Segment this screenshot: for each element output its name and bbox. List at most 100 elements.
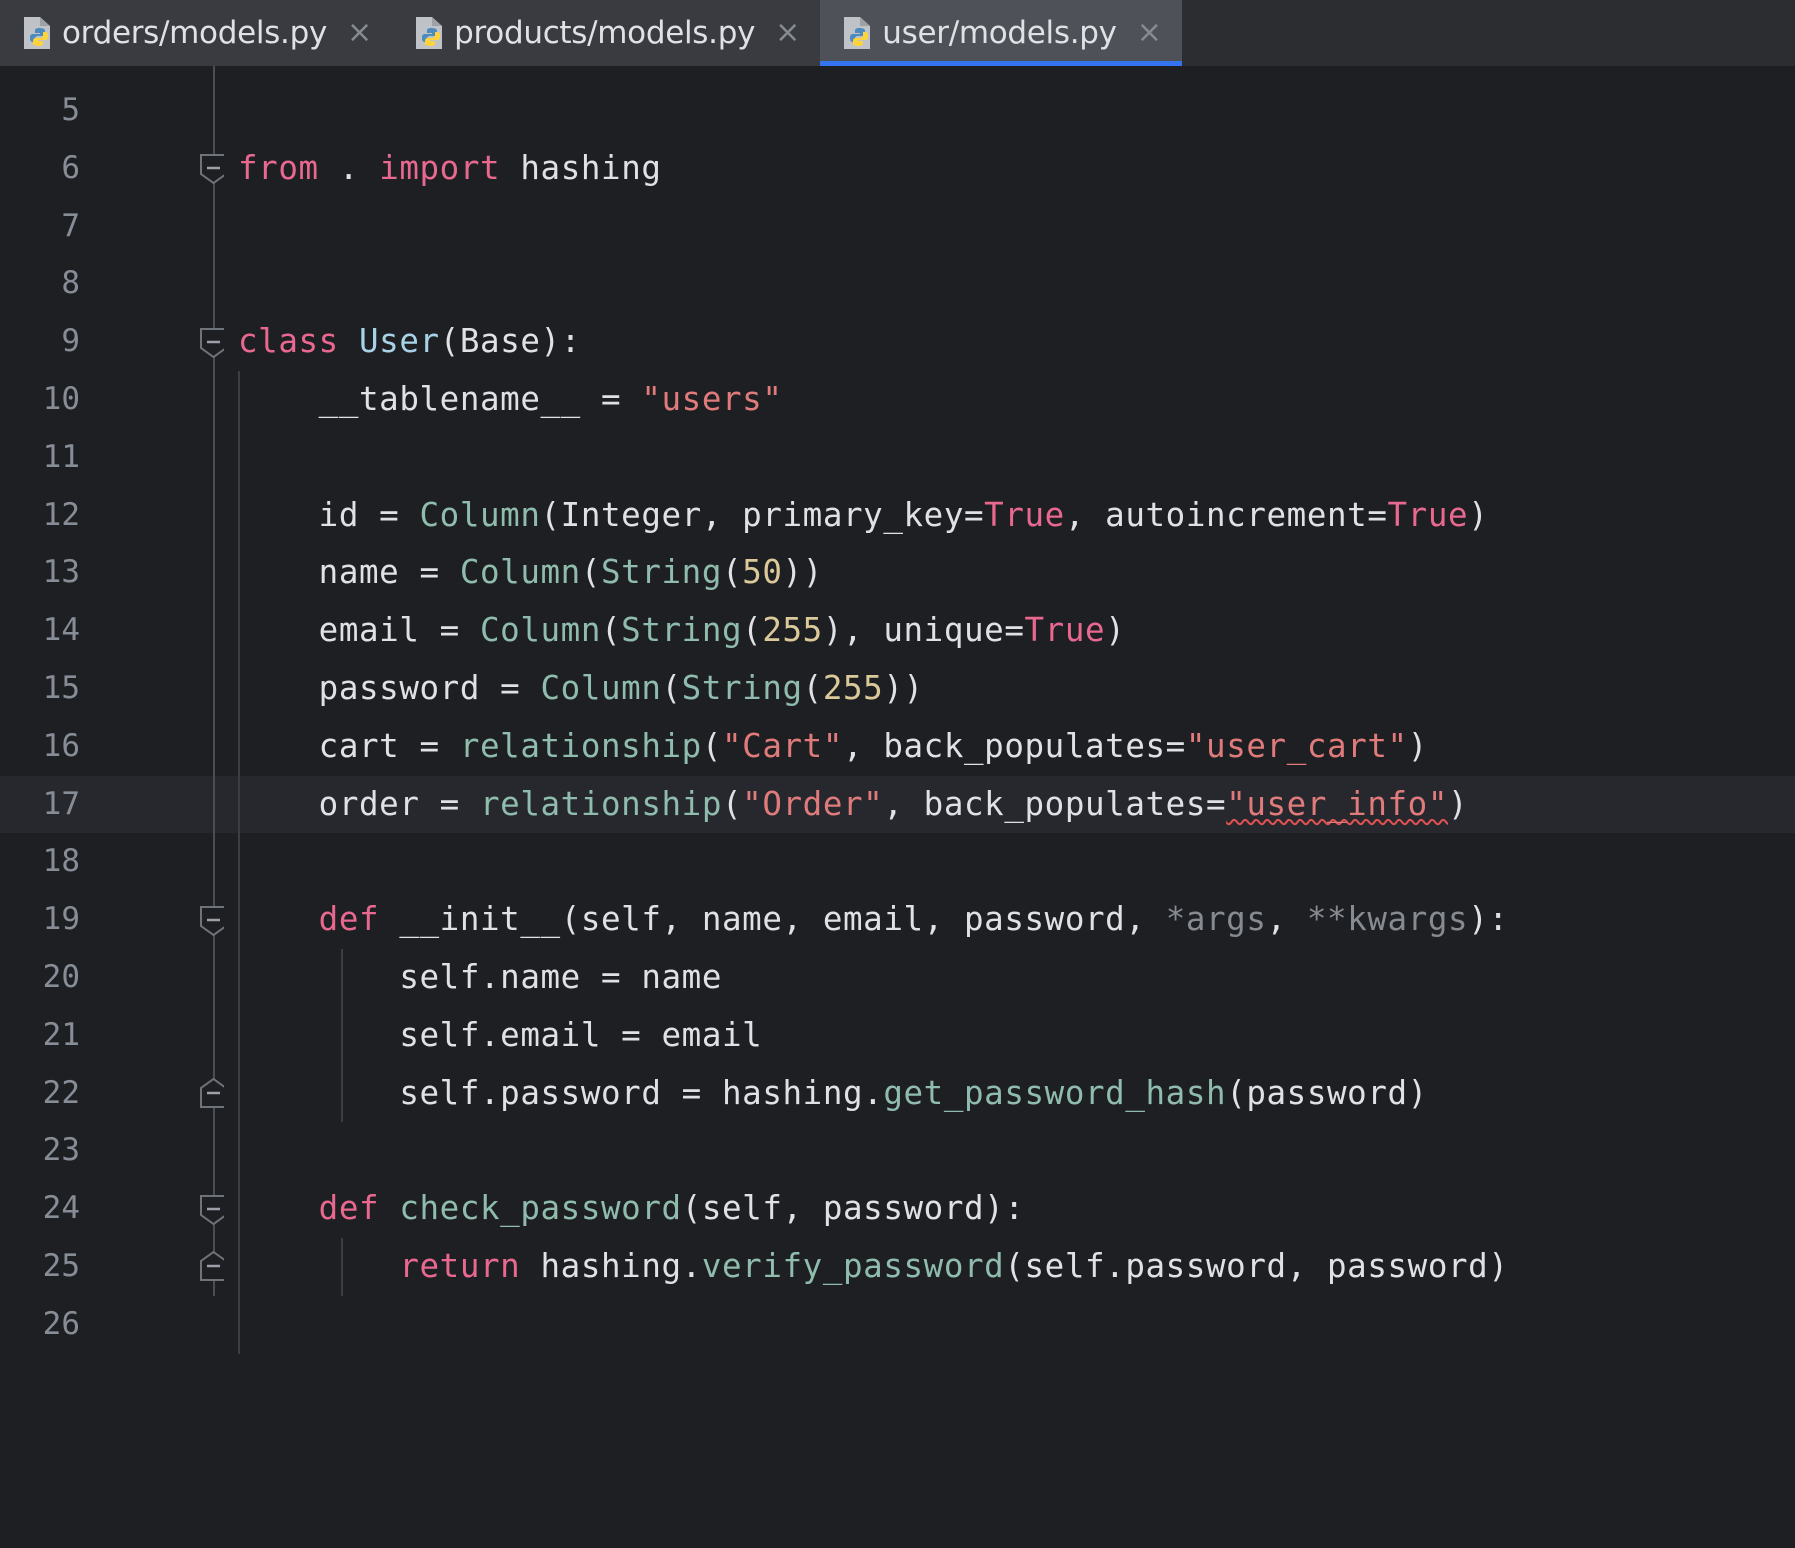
code-line[interactable]: __tablename__ = "users" [224,371,1795,429]
code-line-text: id = Column(Integer, primary_key=True, a… [238,487,1488,545]
tab-orders-models-py[interactable]: orders/models.py × [0,0,392,66]
code-token: User [359,322,440,360]
code-token: True [984,496,1065,534]
code-token: self.email = email [238,1016,762,1054]
code-token: def [319,900,380,938]
code-token: def [319,1189,380,1227]
code-token: Column [541,669,662,707]
code-line[interactable] [224,255,1795,313]
code-token: , back_populates= [883,785,1226,823]
gutter-row: 21 [0,1007,224,1065]
code-token: (Integer, primary_key= [541,496,985,534]
tab-user-models-py[interactable]: user/models.py × [820,0,1182,66]
python-file-icon [842,16,872,50]
code-token: "Order" [742,785,883,823]
code-token: ) [1408,727,1428,765]
code-token: verify_password [702,1247,1005,1285]
gutter-row: 13 [0,544,224,602]
code-content-area[interactable]: from . import hashingclass User(Base): _… [224,66,1795,1548]
code-line[interactable]: password = Column(String(255)) [224,660,1795,718]
code-token: **kwargs [1307,900,1468,938]
gutter-row: 25 [0,1238,224,1296]
code-token: cart = [238,727,460,765]
gutter-row: 11 [0,429,224,487]
code-token: ): [1468,900,1508,938]
code-token: ): [541,322,581,360]
tab-label: user/models.py [882,15,1116,51]
line-number: 6 [10,140,80,198]
close-icon[interactable]: × [769,18,806,48]
code-line-text: self.password = hashing.get_password_has… [238,1065,1428,1123]
gutter-row: 5 [0,82,224,140]
code-line[interactable]: def __init__(self, name, email, password… [224,891,1795,949]
tab-products-models-py[interactable]: products/models.py × [392,0,820,66]
code-token: id = [238,496,420,534]
editor-gutter[interactable]: 567891011121314151617181920212223242526 [0,66,224,1548]
gutter-row: 14 [0,602,224,660]
code-token: "user_info" [1226,785,1448,823]
code-line[interactable] [224,1296,1795,1354]
code-line[interactable]: def check_password(self, password): [224,1180,1795,1238]
code-token: class [238,322,339,360]
code-line-text: __tablename__ = "users" [238,371,783,429]
close-icon[interactable]: × [1131,18,1168,48]
code-token: email = [238,611,480,649]
code-line[interactable]: cart = relationship("Cart", back_populat… [224,718,1795,776]
code-token: "user_cart" [1186,727,1408,765]
code-token: "Cart" [722,727,843,765]
code-token: String [682,669,803,707]
line-number: 14 [10,602,80,660]
code-token: )) [783,553,823,591]
code-token: Column [480,611,601,649]
code-line[interactable]: self.password = hashing.get_password_has… [224,1065,1795,1123]
line-number: 5 [10,82,80,140]
code-token: from [238,149,319,187]
code-token [379,900,399,938]
code-token: ( [803,669,823,707]
gutter-row: 20 [0,949,224,1007]
code-line[interactable]: self.name = name [224,949,1795,1007]
code-token: True [1388,496,1469,534]
code-token [359,149,379,187]
close-icon[interactable]: × [341,18,378,48]
code-line[interactable]: id = Column(Integer, primary_key=True, a… [224,487,1795,545]
code-line[interactable] [224,82,1795,140]
code-line[interactable]: return hashing.verify_password(self.pass… [224,1238,1795,1296]
code-token: Column [460,553,581,591]
code-token [238,1189,319,1227]
code-token: ) [1468,496,1488,534]
code-token: 50 [742,553,782,591]
code-editor[interactable]: 567891011121314151617181920212223242526 … [0,66,1795,1548]
code-line[interactable] [224,429,1795,487]
code-token: 255 [762,611,823,649]
line-number: 25 [10,1238,80,1296]
code-line-text: self.email = email [238,1007,762,1065]
code-token [500,149,520,187]
tab-label: products/models.py [454,15,755,51]
code-token: import [379,149,500,187]
line-number: 8 [10,255,80,313]
code-token: ( [662,669,682,707]
code-line[interactable] [224,198,1795,256]
code-line[interactable]: email = Column(String(255), unique=True) [224,602,1795,660]
code-line[interactable]: class User(Base): [224,313,1795,371]
code-token: Base [460,322,541,360]
code-line-text: def __init__(self, name, email, password… [238,891,1509,949]
indent-guide [341,1238,343,1296]
code-line[interactable]: from . import hashing [224,140,1795,198]
gutter-row: 23 [0,1122,224,1180]
code-line[interactable]: name = Column(String(50)) [224,544,1795,602]
code-token: 255 [823,669,884,707]
code-line[interactable] [224,1122,1795,1180]
code-token: order = [238,785,480,823]
code-token: relationship [460,727,702,765]
code-token: password = [238,669,541,707]
code-line[interactable]: order = relationship("Order", back_popul… [224,776,1795,834]
code-token: __tablename__ = [238,380,641,418]
code-line[interactable] [224,833,1795,891]
code-token: hashing. [520,1247,702,1285]
line-number: 19 [10,891,80,949]
gutter-row: 18 [0,833,224,891]
code-line-text: return hashing.verify_password(self.pass… [238,1238,1509,1296]
code-line[interactable]: self.email = email [224,1007,1795,1065]
